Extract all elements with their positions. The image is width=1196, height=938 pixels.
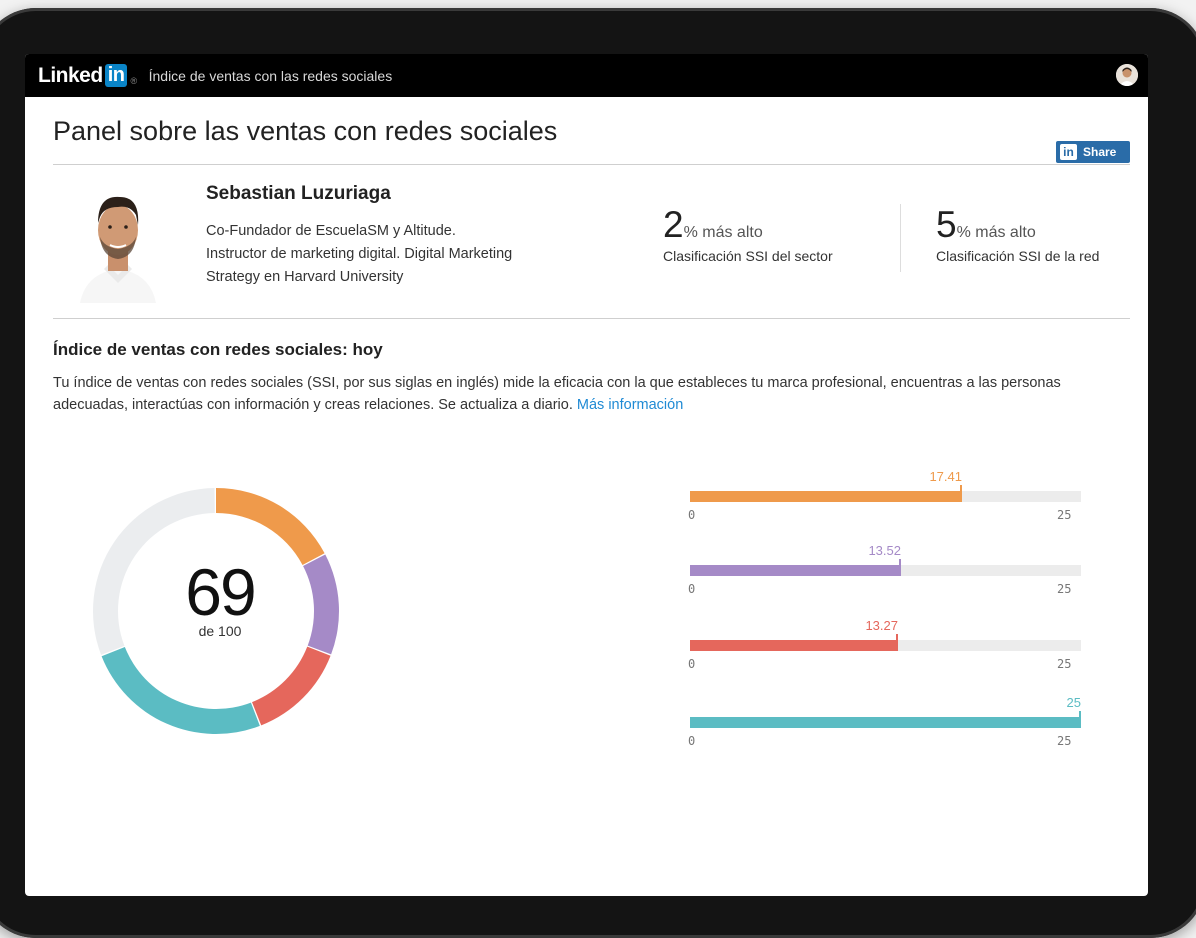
logo-in-box: in: [104, 64, 128, 87]
ssi-description: Tu índice de ventas con redes sociales (…: [53, 372, 1133, 416]
bar-marker-3: [896, 634, 898, 651]
bar-track-4: [690, 711, 1081, 728]
ssi-description-text: Tu índice de ventas con redes sociales (…: [53, 375, 1061, 413]
bar-value-1: 17.41: [929, 469, 962, 484]
ssi-score-value: 69: [185, 555, 256, 629]
stat-sector-label: Clasificación SSI del sector: [663, 248, 833, 264]
bar-value-3: 13.27: [865, 618, 898, 633]
bar-fill-3: [690, 640, 898, 651]
bar-tick-min-4: 0: [688, 734, 696, 748]
bar-fill-2: [690, 565, 901, 576]
bar-fill-4: [690, 717, 1081, 728]
more-info-link[interactable]: Más información: [577, 397, 683, 413]
stats-divider: [900, 204, 901, 272]
stat-sector: 2% más alto Clasificación SSI del sector: [663, 204, 833, 264]
linkedin-icon: in: [1060, 144, 1077, 160]
registered-icon: ®: [130, 75, 137, 86]
donut-segment-4: [101, 647, 260, 734]
divider-top: [53, 164, 1130, 165]
stat-network-label: Clasificación SSI de la red: [936, 248, 1100, 264]
user-avatar[interactable]: [1116, 64, 1138, 86]
bar-tick-max-1: 25: [1057, 508, 1072, 522]
avatar-icon: [1116, 64, 1138, 86]
ssi-score: 69 de 100: [155, 559, 285, 639]
donut-segment-1: [216, 488, 325, 565]
tablet-frame: Linked in ® Índice de ventas con las red…: [0, 8, 1196, 938]
ssi-score-of: de 100: [198, 623, 242, 639]
share-label: Share: [1083, 145, 1117, 159]
share-button[interactable]: in Share: [1056, 141, 1130, 163]
linkedin-logo[interactable]: Linked in ®: [38, 64, 137, 88]
profile-name[interactable]: Sebastian Luzuriaga: [206, 183, 391, 205]
bar-tick-min-3: 0: [688, 657, 696, 671]
ssi-section-title: Índice de ventas con redes sociales: hoy: [53, 340, 383, 359]
stat-network-suffix: % más alto: [956, 224, 1036, 241]
profile-photo: [70, 185, 166, 303]
profile-bio: Co-Fundador de EscuelaSM y Altitude. Ins…: [206, 223, 513, 285]
bar-track-1: [690, 485, 1081, 502]
app-title: Índice de ventas con las redes sociales: [148, 67, 393, 84]
bar-track-2: [690, 559, 1081, 576]
bar-track-3: [690, 634, 1081, 651]
bar-tick-min-1: 0: [688, 508, 696, 522]
top-bar: Linked in ® Índice de ventas con las red…: [25, 54, 1148, 97]
logo-text: Linked: [38, 63, 103, 87]
divider-middle: [53, 318, 1130, 319]
bar-fill-1: [690, 491, 962, 502]
bar-tick-max-4: 25: [1057, 734, 1072, 748]
screen: Linked in ® Índice de ventas con las red…: [25, 54, 1148, 896]
bar-tick-min-2: 0: [688, 582, 696, 596]
stat-network: 5% más alto Clasificación SSI de la red: [936, 204, 1099, 264]
donut-segment-3: [252, 646, 331, 726]
bar-tick-max-2: 25: [1057, 582, 1072, 596]
bar-marker-2: [899, 559, 901, 576]
bar-value-2: 13.52: [868, 543, 901, 558]
bar-value-4: 25: [1066, 695, 1081, 710]
stat-network-value: 5: [936, 204, 957, 245]
stat-sector-suffix: % más alto: [683, 224, 763, 241]
stat-sector-value: 2: [663, 204, 684, 245]
page-title: Panel sobre las ventas con redes sociale…: [53, 116, 558, 146]
bar-marker-1: [960, 485, 962, 502]
donut-segment-2: [303, 554, 339, 655]
bar-marker-4: [1079, 711, 1081, 728]
profile-photo-image: [70, 185, 166, 303]
bar-tick-max-3: 25: [1057, 657, 1072, 671]
